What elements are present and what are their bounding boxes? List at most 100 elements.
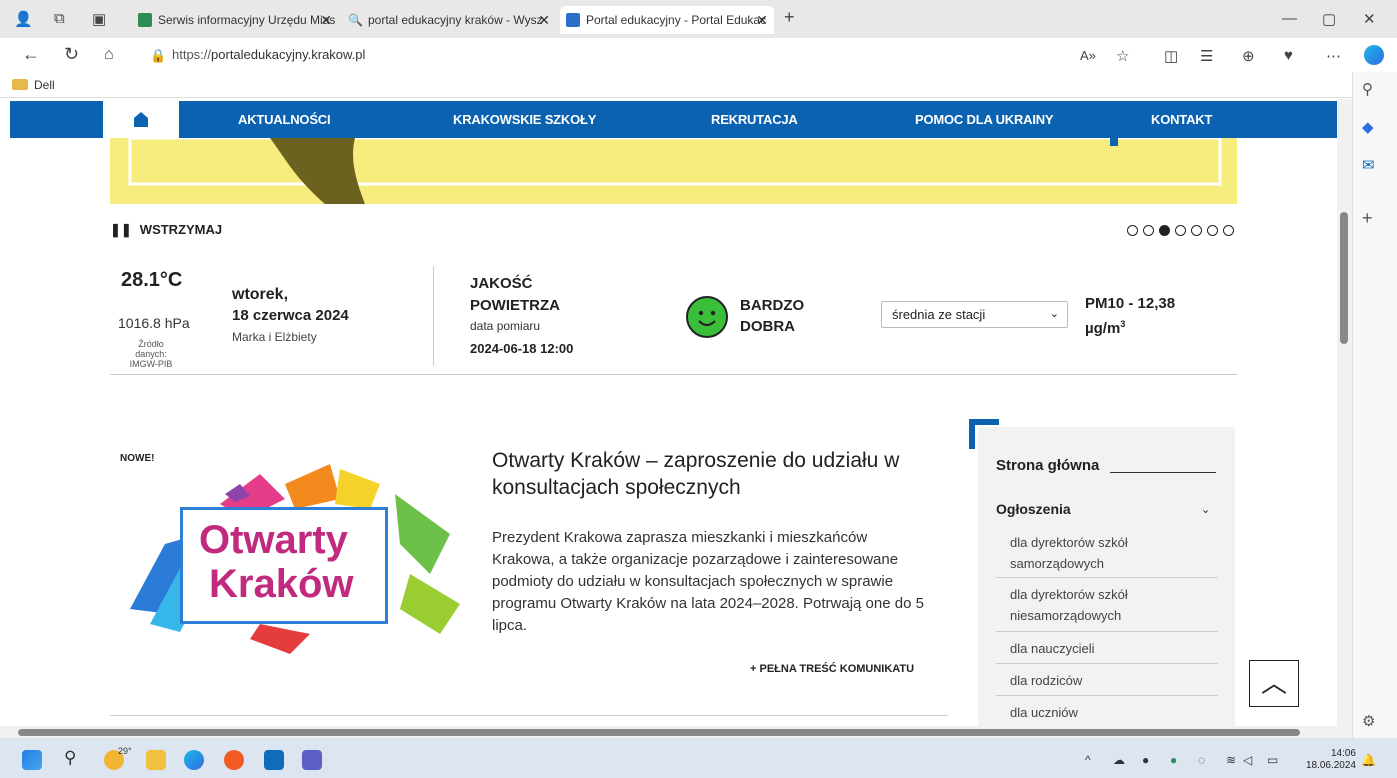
search-icon[interactable]: ⚲: [1362, 80, 1373, 98]
windows-taskbar: [0, 738, 1397, 778]
favorites-icon[interactable]: ☰: [1200, 47, 1213, 65]
outlook-icon[interactable]: ✉: [1362, 156, 1375, 174]
scroll-to-top-button[interactable]: ︿: [1249, 660, 1299, 707]
refresh-icon[interactable]: ↻: [64, 44, 79, 65]
url-field[interactable]: https://portaledukacyjny.krakow.pl: [172, 47, 365, 62]
restore-button[interactable]: ▢: [1322, 10, 1336, 28]
minimize-button[interactable]: —: [1282, 10, 1297, 27]
bookmarks-bar: Dell: [0, 72, 1397, 98]
health-icon[interactable]: ♥: [1284, 47, 1293, 64]
teams-icon[interactable]: [302, 750, 322, 770]
home-icon[interactable]: ⌂: [104, 46, 114, 64]
folder-icon: [12, 79, 28, 90]
sidebar-item[interactable]: dla uczniów: [996, 700, 1218, 726]
outlook-icon[interactable]: [264, 750, 284, 770]
station-select[interactable]: średnia ze stacji ⌄: [881, 301, 1068, 328]
onedrive-icon[interactable]: ☁: [1113, 753, 1125, 767]
close-tab-icon[interactable]: ✕: [320, 6, 332, 34]
wifi-icon[interactable]: ≋: [1226, 753, 1236, 767]
taskbar-clock[interactable]: 14:06 18.06.2024: [1296, 748, 1356, 772]
browser-tab-1[interactable]: Serwis informacyjny Urzędu Mias ✕: [132, 6, 338, 34]
speaker-icon[interactable]: ◁: [1243, 753, 1252, 767]
slider-dot[interactable]: [1175, 225, 1186, 236]
logo-text-line-1: Otwarty: [199, 518, 348, 562]
close-tab-icon[interactable]: ✕: [538, 6, 550, 34]
edge-icon[interactable]: [184, 750, 204, 770]
browser-tab-2[interactable]: 🔍 portal edukacyjny kraków - Wysz ✕: [342, 6, 556, 34]
slider-dot[interactable]: [1191, 225, 1202, 236]
start-icon[interactable]: [22, 750, 42, 770]
nav-pomoc-dla-ukrainy[interactable]: POMOC DLA UKRAINY: [915, 112, 1054, 127]
sidebar-item[interactable]: dla rodziców: [996, 668, 1218, 696]
favorite-star-icon[interactable]: ☆: [1116, 47, 1129, 65]
close-tab-icon[interactable]: ✕: [756, 6, 768, 34]
nav-home-button[interactable]: [103, 101, 179, 138]
vertical-scrollbar[interactable]: [1337, 99, 1352, 726]
slider-dot[interactable]: [1143, 225, 1154, 236]
new-tab-button[interactable]: +: [784, 7, 795, 28]
site-favicon: [138, 13, 152, 27]
vertical-scrollbar-thumb[interactable]: [1340, 212, 1348, 344]
firefox-icon[interactable]: [224, 750, 244, 770]
browser-tab-3[interactable]: Portal edukacyjny - Portal Edukac ✕: [560, 6, 774, 34]
notification-bell-icon[interactable]: 🔔: [1361, 753, 1376, 767]
pm10-value: PM10 - 12,38 µg/m3: [1085, 295, 1176, 337]
logo-text-line-2: Kraków: [209, 562, 354, 606]
lock-icon: 🔒: [150, 48, 167, 63]
sidebar-title[interactable]: Strona główna: [996, 457, 1099, 474]
horizontal-scrollbar-thumb[interactable]: [18, 729, 1300, 736]
tab-title: portal edukacyjny kraków - Wysz: [368, 13, 543, 27]
chevron-up-icon: ︿: [1260, 668, 1287, 698]
add-icon[interactable]: +: [1362, 208, 1373, 229]
sidebar-item[interactable]: dla nauczycieli: [996, 636, 1218, 664]
name-day: Marka i Elżbiety: [232, 330, 317, 344]
nav-aktualnosci[interactable]: AKTUALNOŚCI: [238, 112, 331, 127]
network-app-icon[interactable]: ●: [1142, 753, 1149, 767]
site-favicon: [566, 13, 580, 27]
security-icon[interactable]: ●: [1170, 753, 1177, 767]
news-body: Prezydent Krakowa zaprasza mieszkanki i …: [492, 529, 924, 634]
shopping-icon[interactable]: ◆: [1362, 118, 1374, 136]
collections-icon[interactable]: ⊕: [1242, 47, 1255, 65]
more-icon[interactable]: ⋯: [1326, 47, 1341, 65]
air-quality-title: JAKOŚĆ POWIETRZA: [470, 275, 560, 314]
copilot-icon[interactable]: [1364, 45, 1384, 65]
banner-graphic: [128, 138, 1222, 204]
read-aloud-icon[interactable]: A»: [1080, 48, 1096, 63]
file-explorer-icon[interactable]: [146, 750, 166, 770]
pressure-value: 1016.8 hPa: [118, 315, 190, 331]
read-more-link[interactable]: + PEŁNA TREŚĆ KOMUNIKATU: [750, 663, 914, 675]
nav-krakowskie-szkoly[interactable]: KRAKOWSKIE SZKOŁY: [453, 112, 596, 127]
slider-dot[interactable]: [1223, 225, 1234, 236]
sidebar-item[interactable]: dla dyrektorów szkół niesamorządowych: [996, 582, 1218, 632]
news-title[interactable]: Otwarty Kraków – zaproszenie do udziału …: [492, 447, 942, 501]
bookmark-folder-dell[interactable]: Dell: [12, 78, 55, 92]
nav-kontakt[interactable]: KONTAKT: [1151, 112, 1212, 127]
smiley-face-icon: [686, 296, 728, 338]
slider-dot-active[interactable]: [1159, 225, 1170, 236]
slider-dot[interactable]: [1127, 225, 1138, 236]
search-icon[interactable]: ⚲: [64, 748, 76, 768]
nav-rekrutacja[interactable]: REKRUTACJA: [711, 112, 798, 127]
search-icon: 🔍: [348, 13, 363, 27]
tab-title: Portal edukacyjny - Portal Edukac: [586, 13, 767, 27]
sidebar-item[interactable]: dla dyrektorów szkół samorządowych: [996, 530, 1218, 578]
home-icon: [134, 112, 148, 127]
weekday: wtorek,: [232, 286, 289, 303]
profile-icon[interactable]: 👤: [14, 10, 33, 28]
vpn-icon[interactable]: ◌: [1198, 753, 1205, 767]
settings-icon[interactable]: ⚙: [1362, 712, 1375, 730]
slider-pause-button[interactable]: ❚❚ WSTRZYMAJ: [110, 222, 222, 238]
split-screen-icon[interactable]: ◫: [1164, 47, 1178, 65]
slider-banner-image[interactable]: [110, 138, 1237, 204]
back-icon[interactable]: ←: [22, 44, 40, 65]
chevron-down-icon[interactable]: ⌄: [1201, 503, 1210, 516]
battery-icon[interactable]: ▭: [1267, 753, 1278, 767]
tab-actions-icon[interactable]: ▣: [92, 10, 106, 28]
slider-dot[interactable]: [1207, 225, 1218, 236]
workspaces-icon[interactable]: ⧉: [54, 10, 65, 27]
close-window-button[interactable]: ✕: [1363, 10, 1376, 28]
divider: [110, 374, 1237, 375]
sidebar-section-ogloszenia[interactable]: Ogłoszenia: [996, 501, 1071, 517]
chevron-up-icon[interactable]: ^: [1085, 753, 1091, 767]
